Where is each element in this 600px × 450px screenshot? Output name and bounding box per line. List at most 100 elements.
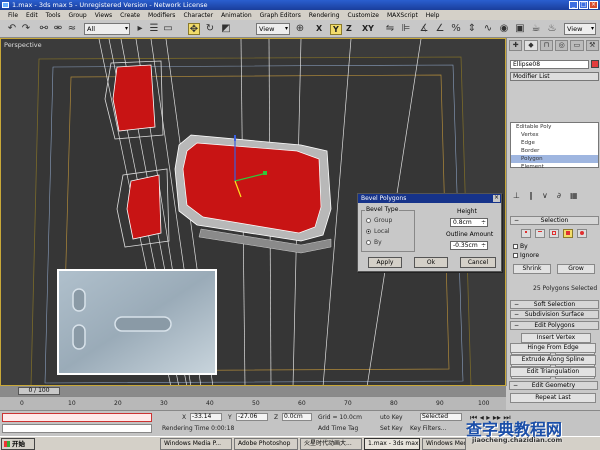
restrict-x-button[interactable]: X [316, 24, 322, 33]
edit-polygons-rollout[interactable]: Edit Polygons [510, 321, 599, 330]
menu-file[interactable]: File [4, 12, 22, 19]
hierarchy-tab-icon[interactable]: ⊓ [539, 40, 553, 51]
material-editor-icon[interactable]: ◉ [498, 23, 510, 35]
restrict-xy-button[interactable]: XY [362, 24, 374, 33]
align-icon[interactable]: ⊫ [400, 23, 412, 35]
outline-amount-spinner[interactable]: -0.35cm [450, 241, 488, 250]
radio-by[interactable]: By [366, 239, 382, 246]
stack-item-border[interactable]: Border [511, 147, 598, 155]
menu-character[interactable]: Character [179, 12, 217, 19]
menu-edit[interactable]: Edit [22, 12, 42, 19]
select-move-icon[interactable]: ✥ [188, 23, 200, 35]
taskbar-item-media-player[interactable]: Windows Media P... [160, 438, 232, 450]
edit-geometry-rollout[interactable]: Edit Geometry [509, 381, 598, 390]
menu-customize[interactable]: Customize [344, 12, 384, 19]
menu-help[interactable]: Help [422, 12, 444, 19]
taskbar-item-3dsmax[interactable]: 1.max - 3ds max ... [364, 438, 420, 450]
restrict-z-button[interactable]: Z [346, 24, 352, 33]
menu-rendering[interactable]: Rendering [305, 12, 344, 19]
cancel-button[interactable]: Cancel [460, 257, 496, 268]
maxscript-listener-white[interactable] [2, 424, 152, 433]
select-rotate-icon[interactable]: ↻ [204, 23, 216, 35]
taskbar-item-photoshop[interactable]: Adobe Photoshop [234, 438, 298, 450]
reference-coordinate-dropdown[interactable]: View [256, 23, 290, 35]
key-filters-button[interactable]: Key Filters... [410, 425, 447, 432]
by-vertex-checkbox[interactable]: By [513, 243, 528, 250]
auto-key-button[interactable]: uto Key [380, 414, 403, 421]
selection-rollout[interactable]: Selection [510, 216, 599, 225]
create-tab-icon[interactable]: ✚ [509, 40, 523, 51]
subdivision-surface-rollout[interactable]: Subdivision Surface [510, 310, 599, 319]
angle-snap-icon[interactable]: ∠ [434, 23, 446, 35]
hinge-from-edge-button[interactable]: Hinge From Edge [510, 343, 596, 353]
menu-tools[interactable]: Tools [42, 12, 65, 19]
ignore-backfacing-checkbox[interactable]: Ignore [513, 252, 539, 259]
maximize-button[interactable]: □ [579, 1, 588, 9]
selection-filter-dropdown[interactable]: All [84, 23, 130, 35]
redo-icon[interactable]: ↷ [20, 23, 32, 35]
y-coord-field[interactable]: -27.06 [236, 413, 268, 421]
height-spinner[interactable]: 0.8cm [450, 218, 488, 227]
z-coord-field[interactable]: 0.0cm [282, 413, 312, 421]
menu-graph-editors[interactable]: Graph Editors [256, 12, 305, 19]
pin-stack-icon[interactable]: ⊥ [513, 191, 520, 200]
grow-button[interactable]: Grow [557, 264, 595, 274]
apply-button[interactable]: Apply [368, 257, 402, 268]
dialog-close-button[interactable]: × [493, 195, 500, 202]
teapot-icon[interactable]: ♨ [546, 23, 558, 35]
mirror-icon[interactable]: ⇋ [384, 23, 396, 35]
extrude-along-spline-button[interactable]: Extrude Along Spline [510, 355, 596, 365]
menu-modifiers[interactable]: Modifiers [144, 12, 179, 19]
render-scene-icon[interactable]: ▣ [514, 23, 526, 35]
selection-region-icon[interactable]: ▭ [162, 23, 174, 35]
named-selection-dropdown[interactable]: View [564, 23, 596, 35]
select-by-name-icon[interactable]: ☰ [148, 23, 160, 35]
key-mode-dropdown[interactable]: Selected [420, 413, 462, 421]
shrink-button[interactable]: Shrink [513, 264, 551, 274]
menu-animation[interactable]: Animation [217, 12, 256, 19]
close-button[interactable]: × [589, 1, 598, 9]
edit-triangulation-button[interactable]: Edit Triangulation [510, 367, 596, 377]
utilities-tab-icon[interactable]: ⚒ [585, 40, 599, 51]
snap-icon[interactable]: ∡ [418, 23, 430, 35]
minimize-button[interactable]: _ [569, 1, 578, 9]
stack-item-vertex[interactable]: Vertex [511, 131, 598, 139]
stack-item-edge[interactable]: Edge [511, 139, 598, 147]
display-tab-icon[interactable]: ▭ [570, 40, 584, 51]
stack-item-element[interactable]: Element [511, 163, 598, 171]
curve-editor-icon[interactable]: ∿ [482, 23, 494, 35]
spinner-snap-icon[interactable]: ⇕ [466, 23, 478, 35]
start-button[interactable]: 开始 [1, 438, 35, 450]
configure-sets-icon[interactable]: ▦ [570, 191, 578, 200]
stack-item-polygon[interactable]: Polygon [511, 155, 598, 163]
element-mode-icon[interactable] [577, 229, 587, 238]
pivot-center-icon[interactable]: ⊕ [294, 23, 306, 35]
menu-group[interactable]: Group [64, 12, 90, 19]
repeat-last-button[interactable]: Repeat Last [510, 393, 596, 403]
radio-local[interactable]: Local [366, 228, 390, 235]
maxscript-listener-red[interactable] [2, 413, 152, 422]
menu-maxscript[interactable]: MAXScript [383, 12, 422, 19]
select-scale-icon[interactable]: ◩ [220, 23, 232, 35]
soft-selection-rollout[interactable]: Soft Selection [510, 300, 599, 309]
border-mode-icon[interactable] [549, 229, 559, 238]
ok-button[interactable]: Ok [414, 257, 448, 268]
quick-render-icon[interactable]: ☕ [530, 23, 542, 35]
object-color-swatch[interactable] [591, 60, 599, 68]
stack-item-editable-poly[interactable]: Editable Poly [511, 123, 598, 131]
select-object-icon[interactable]: ▸ [134, 23, 146, 35]
percent-snap-icon[interactable]: % [450, 23, 462, 35]
object-name-field[interactable]: Ellipse08 [510, 60, 589, 69]
vertex-mode-icon[interactable] [521, 229, 531, 238]
motion-tab-icon[interactable]: ◎ [554, 40, 569, 51]
radio-group[interactable]: Group [366, 217, 392, 224]
time-slider[interactable]: 0 / 100 [0, 386, 506, 396]
viewport-label[interactable]: Perspective [4, 41, 42, 49]
edge-mode-icon[interactable] [535, 229, 545, 238]
taskbar-item-media-player-2[interactable]: Windows Media P... [422, 438, 466, 450]
insert-vertex-button[interactable]: Insert Vertex [521, 333, 591, 343]
show-end-result-icon[interactable]: ∥ [529, 191, 533, 200]
track-bar[interactable]: 0 10 20 30 40 50 60 70 80 90 100 [0, 396, 506, 410]
set-key-button[interactable]: Set Key [380, 425, 403, 432]
time-slider-thumb[interactable]: 0 / 100 [18, 387, 60, 395]
